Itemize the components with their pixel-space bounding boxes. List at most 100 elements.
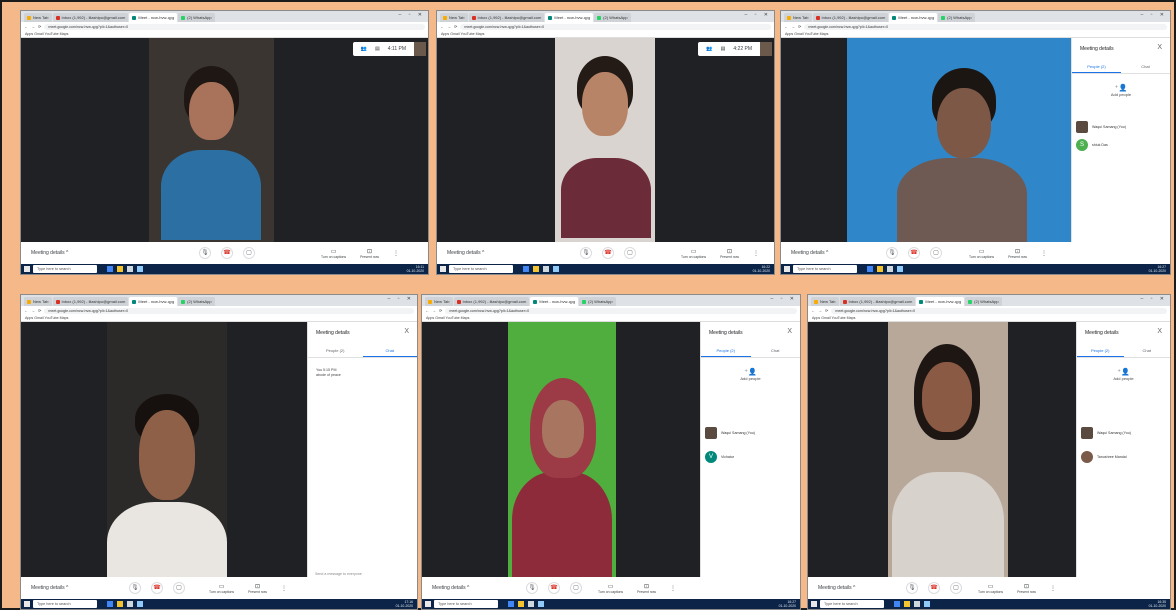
more-options-icon[interactable]: ⋮ [753,250,759,257]
captions-button[interactable]: ▭ Turn on captions [321,248,346,259]
tab-meet[interactable]: Meet - ncw-hvw-qyg [129,13,178,22]
reload-icon[interactable]: ⟳ [38,308,41,313]
folder-icon[interactable] [533,266,539,272]
url-field[interactable]: meet.google.com/ncw-hvw-qyg?pli=1&authus… [44,307,414,314]
tab-meet[interactable]: Meet - ncw-hvw-qyg [530,297,579,306]
window-controls[interactable]: – ▫ ✕ [398,12,425,18]
tab-whatsapp[interactable]: (2) WhatsApp [178,297,215,306]
meeting-details-button[interactable]: Meeting details ^ [781,250,828,256]
close-icon[interactable]: X [1157,328,1162,335]
camera-icon[interactable]: ▢ [570,582,582,594]
back-icon[interactable]: ← [24,24,28,29]
mail-icon[interactable] [924,601,930,607]
window-controls[interactable]: – ▫ ✕ [387,296,414,302]
tab-people[interactable]: People (2) [701,346,751,357]
folder-icon[interactable] [518,601,524,607]
captions-button[interactable]: ▭ Turn on captions [969,248,994,259]
tab-meet[interactable]: Meet - ncw-hvw-qyg [129,297,178,306]
chrome-icon[interactable] [508,601,514,607]
taskbar-search[interactable]: Type here to search [33,265,97,273]
meeting-details-button[interactable]: Meeting details ^ [422,585,469,591]
folder-icon[interactable] [877,266,883,272]
more-options-icon[interactable]: ⋮ [281,585,287,592]
meeting-details-button[interactable]: Meeting details ^ [21,250,68,256]
folder-icon[interactable] [117,601,123,607]
tab-people[interactable]: People (2) [308,346,363,357]
camera-icon[interactable]: ▢ [243,247,255,259]
forward-icon[interactable]: → [447,24,451,29]
add-people-button[interactable]: ⁺👤 Add people [1077,368,1170,381]
chrome-icon[interactable] [107,266,113,272]
window-controls[interactable]: – ▫ ✕ [770,296,797,302]
chrome-icon[interactable] [894,601,900,607]
taskbar-search[interactable]: Type here to search [33,600,97,608]
tab-gmail[interactable]: Inbox (1,992) - lilashipo@gmail.com [468,13,545,22]
window-controls[interactable]: – ▫ ✕ [1140,12,1167,18]
meeting-details-button[interactable]: Meeting details ^ [437,250,484,256]
more-options-icon[interactable]: ⋮ [393,250,399,257]
close-icon[interactable]: X [787,328,792,335]
mail-icon[interactable] [137,266,143,272]
tab-chat[interactable]: Chat [362,346,417,357]
captions-button[interactable]: ▭ Turn on captions [978,583,1003,594]
captions-button[interactable]: ▭ Turn on captions [598,583,623,594]
close-icon[interactable]: X [404,328,409,335]
folder-icon[interactable] [904,601,910,607]
tab-people[interactable]: People (2) [1072,62,1121,73]
reload-icon[interactable]: ⟳ [439,308,442,313]
url-field[interactable]: meet.google.com/ncw-hvw-qyg?pli=1&authus… [460,23,771,30]
tab-gmail[interactable]: Inbox (1,992) - lilashipo@gmail.com [812,13,889,22]
reload-icon[interactable]: ⟳ [38,24,41,29]
mic-icon[interactable]: 🎙 [886,247,898,259]
tab-whatsapp[interactable]: (2) WhatsApp [579,297,616,306]
participant-row[interactable]: Tanushree Mandal [1081,450,1166,464]
windows-start-icon[interactable] [440,266,446,272]
store-icon[interactable] [127,266,133,272]
hangup-icon[interactable]: ☎ [221,247,233,259]
forward-icon[interactable]: → [31,24,35,29]
tab-gmail[interactable]: Inbox (1,992) - lilashipo@gmail.com [839,297,916,306]
windows-start-icon[interactable] [811,601,817,607]
hangup-icon[interactable]: ☎ [548,582,560,594]
mic-icon[interactable]: 🎙 [129,582,141,594]
captions-button[interactable]: ▭ Turn on captions [209,583,234,594]
present-button[interactable]: ⊡ Present now [360,248,379,259]
tab-gmail[interactable]: Inbox (1,992) - lilashipo@gmail.com [52,13,129,22]
people-icon[interactable]: 👥 [361,46,367,52]
tab-new[interactable]: New Tab [440,13,468,22]
meeting-details-button[interactable]: Meeting details ^ [21,585,68,591]
tab-people[interactable]: People (2) [1077,346,1124,357]
present-button[interactable]: ⊡ Present now [1017,583,1036,594]
tab-meet[interactable]: Meet - ncw-hvw-qyg [916,297,965,306]
hangup-icon[interactable]: ☎ [928,582,940,594]
url-field[interactable]: meet.google.com/ncw-hvw-qyg?pli=1&authus… [831,307,1167,314]
tab-chat[interactable]: Chat [1124,346,1171,357]
mail-icon[interactable] [137,601,143,607]
store-icon[interactable] [528,601,534,607]
meeting-details-button[interactable]: Meeting details ^ [808,585,855,591]
more-options-icon[interactable]: ⋮ [1041,250,1047,257]
mic-icon[interactable]: 🎙 [906,582,918,594]
chrome-icon[interactable] [867,266,873,272]
tab-new[interactable]: New Tab [811,297,839,306]
tab-chat[interactable]: Chat [751,346,801,357]
url-field[interactable]: meet.google.com/ncw-hvw-qyg?pli=1&authus… [44,23,425,30]
windows-start-icon[interactable] [24,266,30,272]
present-button[interactable]: ⊡ Present now [637,583,656,594]
reload-icon[interactable]: ⟳ [825,308,828,313]
windows-start-icon[interactable] [425,601,431,607]
chat-icon[interactable]: ▤ [375,46,380,52]
more-options-icon[interactable]: ⋮ [1050,585,1056,592]
url-field[interactable]: meet.google.com/ncw-hvw-qyg?pli=1&authus… [445,307,797,314]
store-icon[interactable] [914,601,920,607]
participant-row[interactable]: Waqui Samang (You) [705,426,796,440]
chrome-icon[interactable] [523,266,529,272]
url-field[interactable]: meet.google.com/ncw-hvw-qyg?pli=1&authus… [804,23,1167,30]
mail-icon[interactable] [553,266,559,272]
taskbar-search[interactable]: Type here to search [820,600,884,608]
tab-gmail[interactable]: Inbox (1,992) - lilashipo@gmail.com [52,297,129,306]
participant-row[interactable]: V Vichatur [705,450,796,464]
hangup-icon[interactable]: ☎ [602,247,614,259]
tab-new[interactable]: New Tab [24,297,52,306]
store-icon[interactable] [887,266,893,272]
